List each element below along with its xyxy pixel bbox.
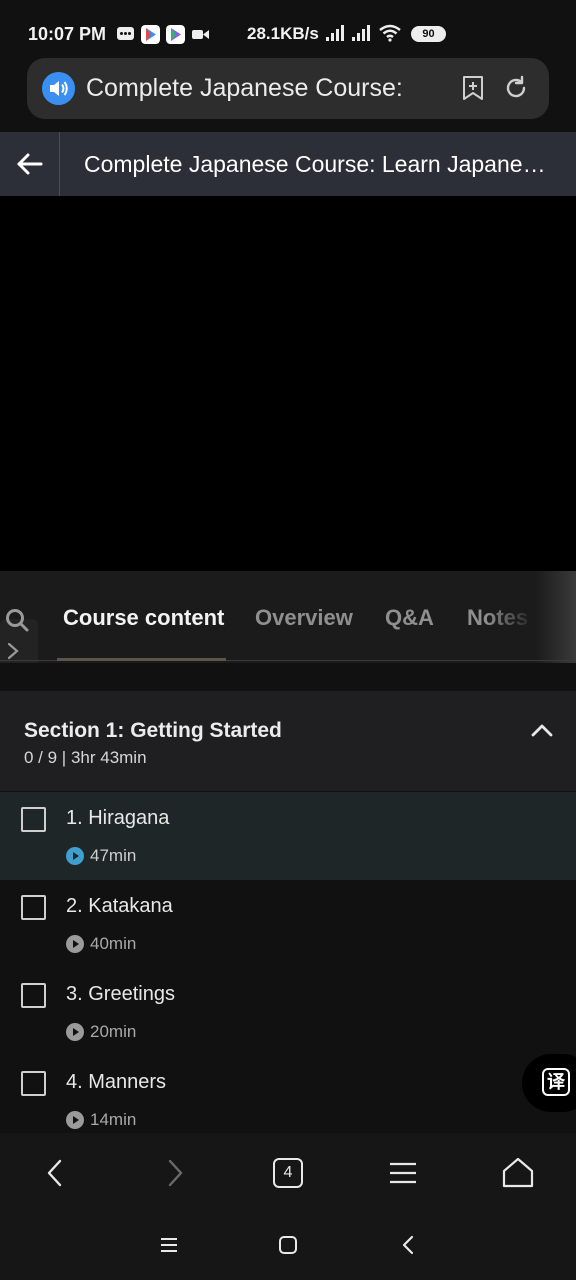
- lecture-item[interactable]: 2. Katakana 40min: [0, 880, 576, 968]
- bookmark-add-icon[interactable]: [459, 74, 487, 102]
- lecture-checkbox[interactable]: [21, 807, 46, 832]
- speaker-icon[interactable]: [42, 72, 75, 105]
- system-back-icon[interactable]: [397, 1233, 421, 1257]
- tab-course-content[interactable]: Course content: [63, 605, 224, 631]
- back-arrow-icon[interactable]: [12, 146, 48, 182]
- lecture-item[interactable]: 1. Hiragana 47min: [0, 792, 576, 880]
- course-header: Complete Japanese Course: Learn Japanese…: [0, 132, 576, 196]
- wifi-icon: [379, 24, 401, 42]
- play-circle-icon: [66, 1111, 84, 1129]
- browser-toolbar: 4: [0, 1133, 576, 1213]
- lecture-title[interactable]: 4. Manners: [66, 1071, 166, 1094]
- signal-icon: [326, 25, 344, 41]
- course-tabs: Course content Overview Q&A Notes A: [0, 571, 576, 663]
- system-navigation: [0, 1213, 576, 1280]
- lecture-checkbox[interactable]: [21, 1071, 46, 1096]
- tab-switcher-button[interactable]: 4: [273, 1158, 303, 1188]
- course-title: Complete Japanese Course: Learn Japanese…: [84, 151, 556, 177]
- chat-icon: [117, 27, 134, 40]
- play-circle-icon: [66, 1023, 84, 1041]
- chevron-right-icon: [7, 642, 19, 660]
- connectivity-icons: [326, 24, 402, 42]
- play-store-icon: [166, 25, 185, 44]
- translate-button[interactable]: 译: [522, 1054, 576, 1112]
- home-icon[interactable]: [500, 1155, 536, 1191]
- status-bar: 10:07 PM 28.1KB/s 90: [0, 0, 576, 56]
- active-tab-indicator: [57, 658, 226, 661]
- lecture-checkbox[interactable]: [21, 895, 46, 920]
- lecture-duration: 40min: [90, 934, 137, 953]
- search-icon[interactable]: [4, 607, 30, 633]
- battery-indicator: 90: [411, 26, 446, 42]
- lecture-title[interactable]: 1. Hiragana: [66, 807, 169, 830]
- play-circle-icon: [66, 935, 84, 953]
- lecture-duration: 20min: [90, 1022, 137, 1041]
- section-title: Section 1: Getting Started: [24, 719, 282, 742]
- header-divider: [59, 132, 60, 196]
- tab-qa[interactable]: Q&A: [385, 605, 434, 631]
- signal-icon: [352, 25, 370, 41]
- tabs-fade-overlay: [486, 571, 576, 663]
- recent-apps-icon[interactable]: [157, 1233, 181, 1257]
- network-speed: 28.1KB/s: [247, 24, 319, 43]
- address-title[interactable]: Complete Japanese Course:: [86, 74, 416, 103]
- lecture-checkbox[interactable]: [21, 983, 46, 1008]
- menu-icon[interactable]: [385, 1155, 421, 1191]
- play-store-icon: [141, 25, 160, 44]
- video-camera-icon: [192, 30, 209, 39]
- address-bar[interactable]: Complete Japanese Course:: [27, 58, 549, 119]
- back-icon[interactable]: [38, 1155, 74, 1191]
- chevron-up-icon[interactable]: [528, 717, 556, 745]
- lecture-title[interactable]: 2. Katakana: [66, 895, 173, 918]
- forward-icon[interactable]: [156, 1155, 192, 1191]
- lecture-duration: 47min: [90, 846, 137, 865]
- play-circle-icon: [66, 847, 84, 865]
- section-header[interactable]: Section 1: Getting Started 0 / 9 | 3hr 4…: [0, 691, 576, 791]
- lecture-item[interactable]: 4. Manners 14min: [0, 1056, 576, 1144]
- system-home-icon[interactable]: [276, 1233, 300, 1257]
- notification-icons: [116, 25, 210, 44]
- translate-icon: 译: [542, 1068, 570, 1096]
- status-time: 10:07 PM: [28, 24, 107, 44]
- lecture-title[interactable]: 3. Greetings: [66, 983, 175, 1006]
- reload-icon[interactable]: [502, 74, 530, 102]
- video-player[interactable]: [0, 196, 576, 571]
- lecture-item[interactable]: 3. Greetings 20min: [0, 968, 576, 1056]
- section-meta: 0 / 9 | 3hr 43min: [24, 748, 147, 767]
- lecture-duration: 14min: [90, 1110, 137, 1129]
- tab-overview[interactable]: Overview: [255, 605, 353, 631]
